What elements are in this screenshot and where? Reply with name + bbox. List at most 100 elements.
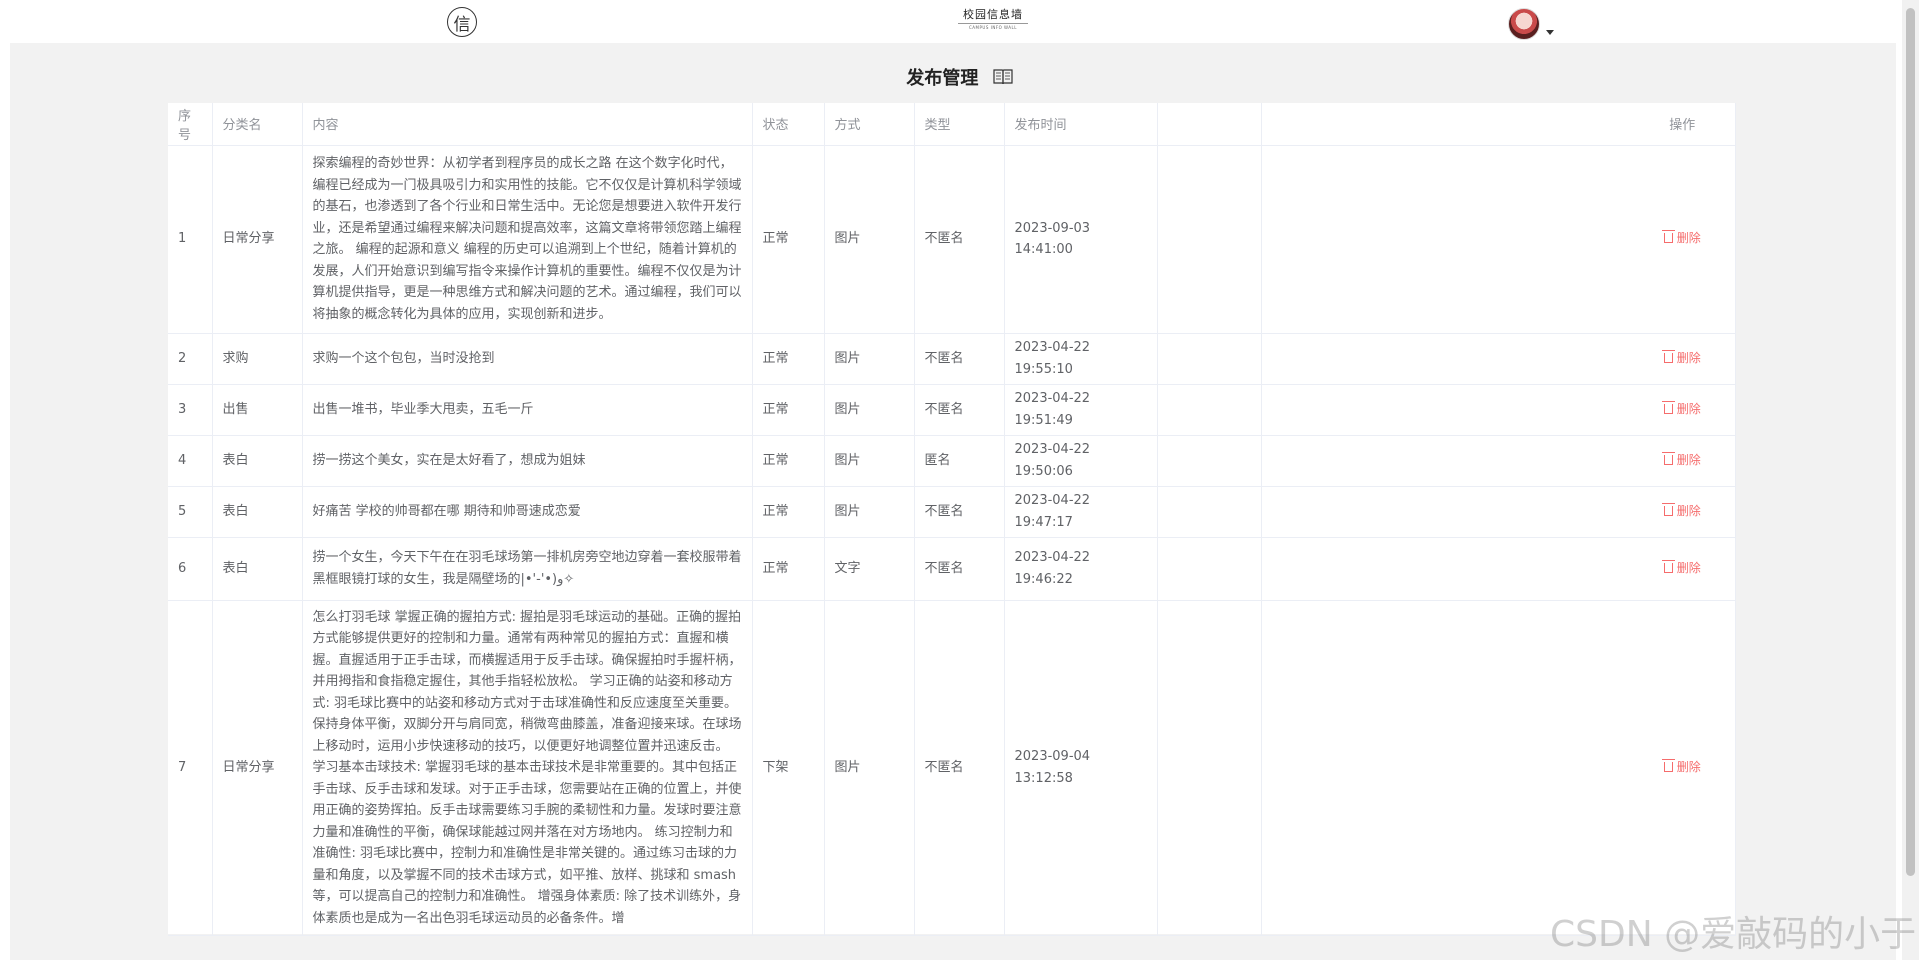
cell-blank: [1157, 145, 1262, 334]
scrollbar-thumb[interactable]: [1906, 8, 1915, 876]
cell-ops: 删除: [1630, 486, 1736, 538]
table-row[interactable]: 5 表白 好痛苦 学校的帅哥都在哪 期待和帅哥速成恋爱 正常 图片 不匿名 2023-04-…: [168, 486, 1736, 538]
cell-method: 图片: [824, 486, 915, 538]
brand-subtitle: CAMPUS INFO WALL: [958, 23, 1028, 30]
cell-time: 2023-09-04 13:12:58: [1004, 600, 1158, 936]
column-header-method[interactable]: 方式: [824, 103, 915, 146]
cell-ops: 删除: [1630, 333, 1736, 385]
cell-content: 好痛苦 学校的帅哥都在哪 期待和帅哥速成恋爱: [302, 486, 753, 538]
trash-icon: [1661, 451, 1675, 465]
delete-button[interactable]: 删除: [1661, 451, 1701, 467]
delete-button[interactable]: 删除: [1661, 230, 1701, 246]
cell-time: 2023-04-22 19:55:10: [1004, 333, 1158, 385]
cell-content: 捞一捞这个美女，实在是太好看了，想成为姐妹: [302, 435, 753, 487]
column-header-status[interactable]: 状态: [752, 103, 825, 146]
delete-label: 删除: [1676, 231, 1701, 246]
cell-content: 出售一堆书，毕业季大甩卖，五毛一斤: [302, 384, 753, 436]
cell-time: 2023-04-22 19:51:49: [1004, 384, 1158, 436]
cell-category: 日常分享: [212, 145, 303, 334]
cell-time: 2023-04-22 19:46:22: [1004, 537, 1158, 601]
cell-ops: 删除: [1630, 384, 1736, 436]
cell-gap: [1261, 600, 1630, 936]
cell-blank: [1157, 333, 1262, 385]
site-logo-icon[interactable]: 信: [447, 7, 477, 37]
avatar[interactable]: [1508, 8, 1540, 40]
cell-content: 探索编程的奇妙世界：从初学者到程序员的成长之路 在这个数字化时代，编程已经成为一…: [302, 145, 753, 334]
delete-button[interactable]: 删除: [1661, 349, 1701, 365]
cell-method: 图片: [824, 333, 915, 385]
table-header-row: 序号 分类名 内容 状态 方式 类型 发布时间 操作: [168, 103, 1736, 146]
cell-index: 3: [168, 384, 213, 436]
brand-title: 校园信息墙: [963, 8, 1023, 21]
cell-type: 不匿名: [914, 600, 1005, 936]
column-header-index[interactable]: 序号: [168, 103, 213, 146]
cell-index: 2: [168, 333, 213, 385]
table-row[interactable]: 7 日常分享 怎么打羽毛球 掌握正确的握拍方式: 握拍是羽毛球运动的基础。正确的握拍…: [168, 600, 1736, 936]
cell-index: 1: [168, 145, 213, 334]
delete-button[interactable]: 删除: [1661, 559, 1701, 575]
cell-method: 图片: [824, 435, 915, 487]
cell-index: 6: [168, 537, 213, 601]
cell-gap: [1261, 486, 1630, 538]
chevron-down-icon[interactable]: [1546, 30, 1554, 35]
column-header-category[interactable]: 分类名: [212, 103, 303, 146]
cell-category: 表白: [212, 435, 303, 487]
cell-type: 不匿名: [914, 537, 1005, 601]
delete-button[interactable]: 删除: [1661, 759, 1701, 774]
table-row[interactable]: 2 求购 求购一个这个包包，当时没抢到 正常 图片 不匿名 2023-04-22 19:55…: [168, 333, 1736, 385]
publish-table: 序号 分类名 内容 状态 方式 类型 发布时间 操作 1 日常分享 探索编程的奇妙世…: [168, 103, 1736, 936]
top-bar: 信 校园信息墙 CAMPUS INFO WALL: [0, 0, 1919, 43]
cell-gap: [1261, 435, 1630, 487]
cell-type: 不匿名: [914, 333, 1005, 385]
cell-method: 图片: [824, 145, 915, 334]
table-row[interactable]: 6 表白 捞一个女生，今天下午在在羽毛球场第一排机房旁空地边穿着一套校服带着黑框眼镜…: [168, 537, 1736, 601]
cell-time: 2023-09-03 14:41:00: [1004, 145, 1158, 334]
delete-label: 删除: [1676, 401, 1701, 416]
cell-index: 7: [168, 600, 213, 936]
cell-index: 5: [168, 486, 213, 538]
column-header-content[interactable]: 内容: [302, 103, 753, 146]
delete-button[interactable]: 删除: [1661, 400, 1701, 416]
cell-blank: [1157, 537, 1262, 601]
table-row[interactable]: 1 日常分享 探索编程的奇妙世界：从初学者到程序员的成长之路 在这个数字化时代，编程…: [168, 145, 1736, 334]
trash-icon: [1661, 502, 1675, 516]
column-header-gap: [1261, 103, 1630, 146]
cell-ops: 删除: [1630, 435, 1736, 487]
cell-time: 2023-04-22 19:47:17: [1004, 486, 1158, 538]
page-title: 发布管理: [0, 64, 1919, 90]
column-header-ops: 操作: [1630, 103, 1736, 146]
cell-method: 文字: [824, 537, 915, 601]
cell-status: 下架: [752, 600, 825, 936]
column-header-type[interactable]: 类型: [914, 103, 1005, 146]
table-row[interactable]: 4 表白 捞一捞这个美女，实在是太好看了，想成为姐妹 正常 图片 匿名 2023-04-22…: [168, 435, 1736, 487]
cell-status: 正常: [752, 384, 825, 436]
cell-content: 求购一个这个包包，当时没抢到: [302, 333, 753, 385]
cell-method: 图片: [824, 384, 915, 436]
watermark: CSDN @爱敲码的小于: [1550, 914, 1917, 955]
delete-button[interactable]: 删除: [1661, 502, 1701, 518]
cell-type: 不匿名: [914, 486, 1005, 538]
cell-content: 捞一个女生，今天下午在在羽毛球场第一排机房旁空地边穿着一套校服带着黑框眼镜打球的…: [302, 537, 753, 601]
trash-icon: [1661, 349, 1675, 363]
cell-category: 日常分享: [212, 600, 303, 936]
column-header-time[interactable]: 发布时间: [1004, 103, 1158, 146]
cell-gap: [1261, 333, 1630, 385]
trash-icon: [1661, 400, 1675, 414]
cell-time: 2023-04-22 19:50:06: [1004, 435, 1158, 487]
delete-label: 删除: [1676, 350, 1701, 365]
cell-status: 正常: [752, 435, 825, 487]
brand-logo[interactable]: 校园信息墙 CAMPUS INFO WALL: [958, 6, 1028, 30]
trash-icon: [1661, 759, 1675, 772]
cell-gap: [1261, 145, 1630, 334]
trash-icon: [1661, 230, 1675, 244]
cell-status: 正常: [752, 537, 825, 601]
delete-label: 删除: [1676, 503, 1701, 518]
cell-type: 不匿名: [914, 384, 1005, 436]
cell-method: 图片: [824, 600, 915, 936]
cell-ops: 删除: [1630, 600, 1736, 936]
cell-type: 匿名: [914, 435, 1005, 487]
table-row[interactable]: 3 出售 出售一堆书，毕业季大甩卖，五毛一斤 正常 图片 不匿名 2023-04-22 19…: [168, 384, 1736, 436]
cell-category: 表白: [212, 486, 303, 538]
logo-glyph: 信: [453, 14, 471, 35]
delete-label: 删除: [1676, 560, 1701, 575]
